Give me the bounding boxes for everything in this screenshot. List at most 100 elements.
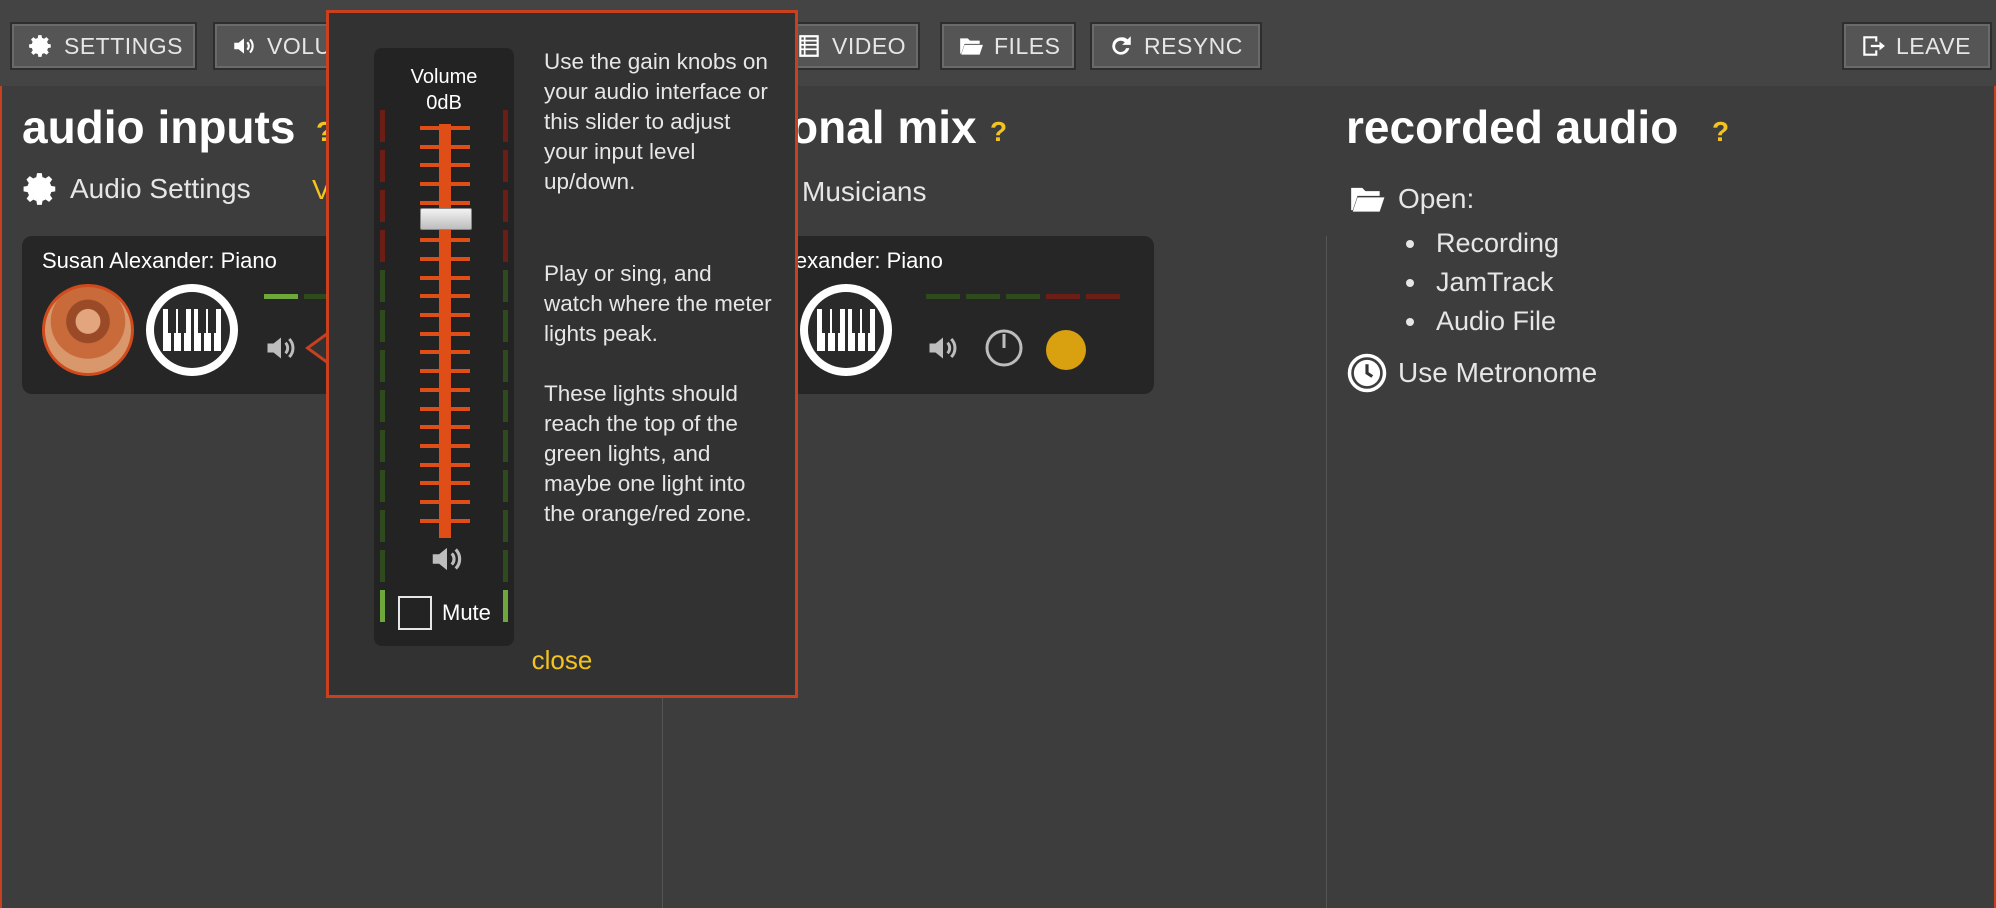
fader-tick: [420, 331, 470, 336]
instrument-icon[interactable]: [146, 284, 238, 376]
column-divider: [1326, 236, 1327, 908]
video-button-label: VIDEO: [832, 32, 907, 59]
meter-led: [503, 550, 508, 582]
close-link[interactable]: close: [329, 645, 795, 676]
fader-tick: [420, 182, 470, 187]
open-jamtrack-link[interactable]: JamTrack: [1406, 267, 1559, 298]
fader-tick: [420, 350, 470, 355]
meter-led: [503, 110, 508, 142]
meter-led: [503, 270, 508, 302]
meter-led: [380, 150, 385, 182]
meter-led: [503, 390, 508, 422]
audio-settings-link[interactable]: Audio Settings: [22, 170, 251, 208]
popup-paragraph-2: Play or sing, and watch where the meter …: [544, 261, 772, 346]
open-audio-file-link[interactable]: Audio File: [1406, 306, 1559, 337]
refresh-icon: [1112, 36, 1131, 55]
fader-tick: [420, 256, 470, 261]
meter-led: [380, 470, 385, 502]
meter-led: [503, 470, 508, 502]
fader-title: Volume 0dB: [374, 64, 514, 116]
instrument-icon[interactable]: [800, 284, 892, 376]
speaker-icon[interactable]: [260, 330, 302, 366]
fader-tick: [420, 163, 470, 168]
film-icon: [799, 35, 819, 57]
piano-icon: [163, 309, 221, 351]
mute-checkbox[interactable]: [398, 596, 432, 630]
clock-icon: [1347, 353, 1387, 393]
audio-settings-label: Audio Settings: [70, 173, 251, 204]
meter-led: [380, 350, 385, 382]
folder-open-icon: [1351, 187, 1385, 212]
pan-knob-icon[interactable]: [984, 328, 1024, 368]
track-name: Susan Alexander: Piano: [42, 248, 277, 273]
meter-led: [380, 550, 385, 582]
fader-tick: [420, 313, 470, 317]
meter-led: [503, 310, 508, 342]
piano-icon: [817, 309, 875, 351]
fader-tick: [420, 518, 470, 523]
meter-led: [380, 510, 385, 542]
fader-value: 0dB: [426, 92, 462, 114]
fader-tick: [420, 406, 470, 411]
fader-tick: [420, 500, 470, 504]
volume-button-label: VOLU: [267, 32, 332, 59]
use-metronome-label: Use Metronome: [1398, 357, 1598, 388]
meter-led: [380, 270, 385, 302]
recorded-audio-title: recorded audio: [1346, 101, 1679, 153]
mute-label: Mute: [442, 600, 491, 625]
meter-led: [503, 230, 508, 262]
resync-button[interactable]: RESYNC: [1090, 22, 1262, 70]
mix-track-card: lexander: Piano: [790, 236, 1154, 394]
status-indicator: [1046, 330, 1086, 370]
files-button[interactable]: FILES: [940, 22, 1076, 70]
meter-led: [380, 390, 385, 422]
meter-led: [503, 350, 508, 382]
open-recording-link[interactable]: Recording: [1406, 228, 1559, 259]
leave-button[interactable]: LEAVE: [1842, 22, 1992, 70]
recorded-audio-help[interactable]: ?: [1712, 116, 1729, 148]
fader-label: Volume: [410, 66, 478, 88]
musicians-link[interactable]: Musicians: [802, 176, 926, 208]
fader-tick: [420, 126, 470, 130]
fader-tick: [420, 144, 470, 149]
fader-tick: [420, 462, 470, 467]
fader-tick: [420, 275, 470, 280]
fader-handle[interactable]: [420, 208, 472, 230]
open-options-list: Recording JamTrack Audio File: [1406, 228, 1559, 345]
resync-button-label: RESYNC: [1144, 32, 1243, 59]
gear-icon: [29, 35, 51, 57]
open-label-row: Open:: [1346, 180, 1474, 218]
level-meter: [264, 294, 298, 299]
meter-led: [503, 430, 508, 462]
meter-led: [503, 190, 508, 222]
gear-icon: [23, 173, 56, 205]
popup-paragraph-1: Use the gain knobs on your audio interfa…: [544, 49, 768, 194]
meter-led: [380, 230, 385, 262]
avatar[interactable]: [42, 284, 134, 376]
exit-icon: [1863, 36, 1885, 56]
track-name: lexander: Piano: [790, 248, 943, 273]
fader-tick: [420, 425, 470, 430]
personal-mix-title: onal mix: [790, 101, 977, 153]
meter-led: [380, 430, 385, 462]
fader-tick: [420, 387, 470, 392]
top-toolbar: SETTINGS VOLU VIDEO FILES RESYNC LEAVE: [0, 0, 1996, 86]
fader-tick: [420, 294, 470, 299]
level-meter: [926, 294, 960, 299]
fader-tick: [420, 200, 470, 205]
speaker-icon: [432, 547, 462, 571]
fader-tick: [420, 443, 470, 448]
meter-led: [380, 110, 385, 142]
speaker-icon: [234, 38, 254, 54]
settings-button-label: SETTINGS: [64, 32, 184, 59]
folder-icon: [960, 38, 983, 55]
meter-led: [380, 590, 385, 622]
volume-button[interactable]: VOLU: [213, 22, 333, 70]
settings-button[interactable]: SETTINGS: [10, 22, 197, 70]
speaker-icon[interactable]: [922, 330, 964, 366]
popup-paragraph-3: These lights should reach the top of the…: [544, 381, 752, 526]
personal-mix-help[interactable]: ?: [990, 116, 1007, 148]
level-meter: [1086, 294, 1120, 299]
use-metronome-link[interactable]: Use Metronome: [1346, 352, 1597, 394]
meter-led: [503, 590, 508, 622]
